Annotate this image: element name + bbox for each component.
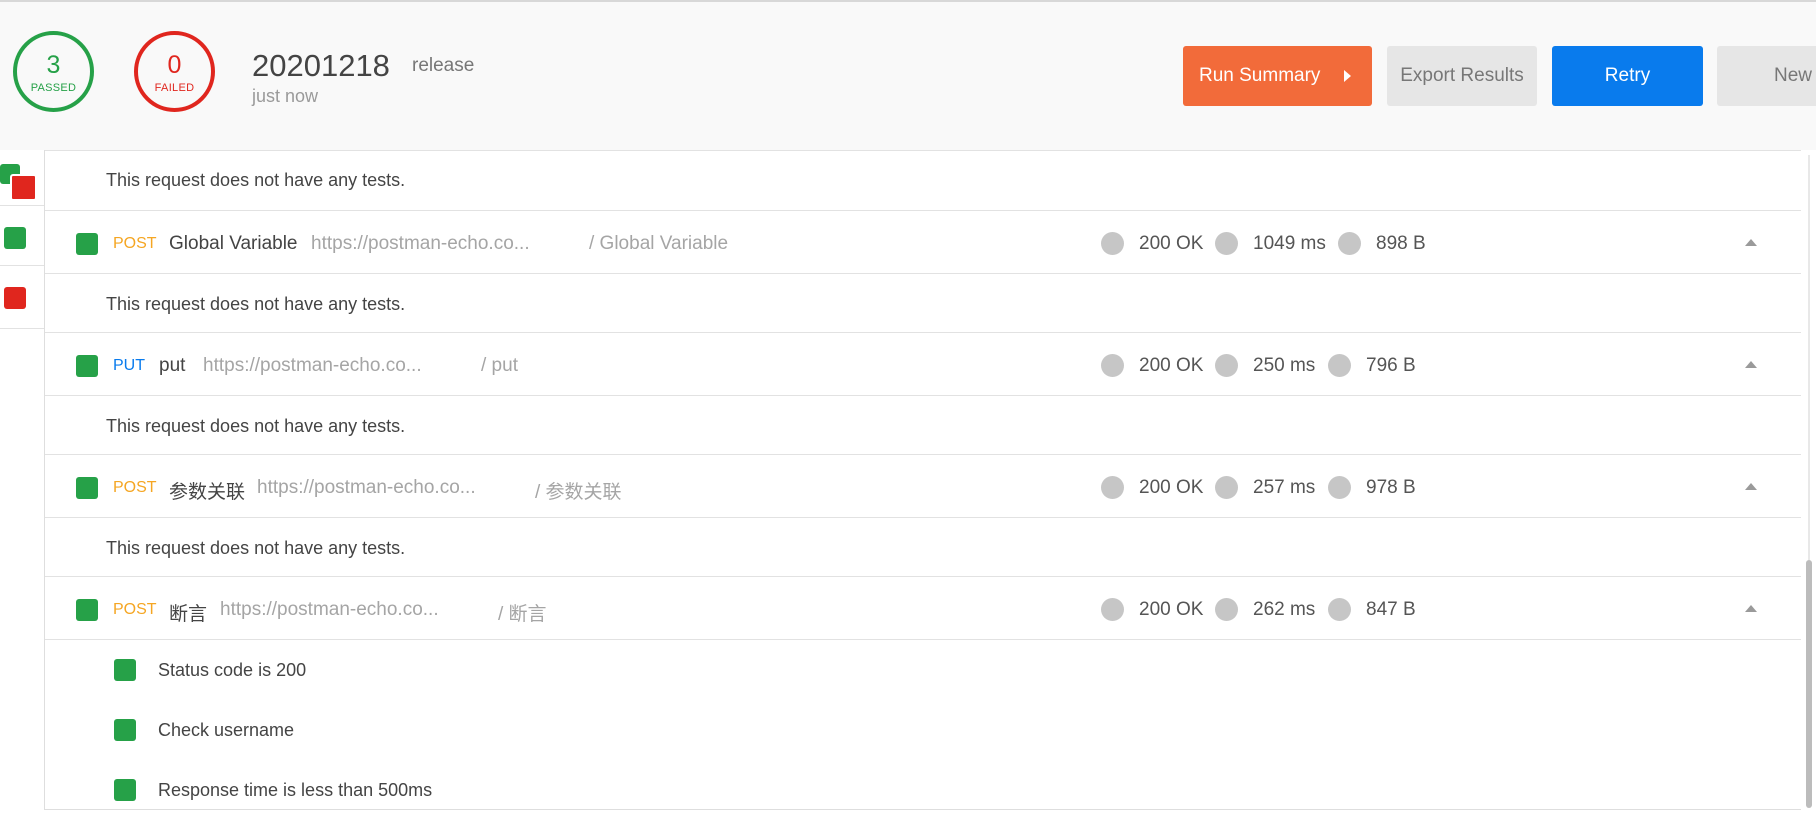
- time-dot-icon: [1215, 598, 1238, 621]
- request-path: / Global Variable: [589, 233, 729, 254]
- status-dot-icon: [1101, 476, 1124, 499]
- response-size: 796 B: [1366, 355, 1416, 376]
- request-row[interactable]: POST 参数关联 https://postman-echo.co... / 参…: [45, 455, 1801, 518]
- request-method: POST: [113, 479, 157, 496]
- run-summary-header: 3 PASSED 0 FAILED 20201218 release just …: [0, 2, 1816, 151]
- failed-label: FAILED: [154, 82, 195, 94]
- request-row[interactable]: PUT put https://postman-echo.co... / put…: [45, 333, 1801, 396]
- passed-count: 3: [46, 51, 61, 79]
- collapse-icon[interactable]: [1745, 483, 1757, 490]
- time-dot-icon: [1215, 354, 1238, 377]
- test-name: Check username: [158, 720, 295, 740]
- caret-right-icon: [1344, 70, 1351, 82]
- request-url: https://postman-echo.co...: [257, 477, 476, 498]
- request-name: 参数关联: [169, 482, 246, 503]
- run-timestamp: just now: [252, 86, 319, 106]
- environment-name: release: [412, 55, 475, 76]
- test-name: Response time is less than 500ms: [158, 780, 433, 800]
- response-status: 200 OK: [1139, 233, 1204, 254]
- request-row[interactable]: POST Global Variable https://postman-ech…: [45, 211, 1801, 274]
- pass-status-icon: [76, 233, 98, 255]
- status-dot-icon: [1101, 232, 1124, 255]
- request-path: / put: [481, 355, 518, 376]
- fail-marker-icon[interactable]: [4, 287, 26, 309]
- pass-status-icon: [114, 779, 136, 801]
- gutter-divider: [0, 328, 44, 329]
- request-method: POST: [113, 601, 157, 618]
- collapse-icon[interactable]: [1745, 605, 1757, 612]
- pass-status-icon: [76, 599, 98, 621]
- iteration-gutter: [0, 150, 45, 810]
- response-status: 200 OK: [1139, 355, 1204, 376]
- request-name: Global Variable: [169, 233, 298, 254]
- size-dot-icon: [1328, 598, 1351, 621]
- no-tests-row: This request does not have any tests.: [45, 518, 1801, 577]
- status-dot-icon: [1101, 354, 1124, 377]
- collapse-icon[interactable]: [1745, 361, 1757, 368]
- no-tests-row: This request does not have any tests.: [45, 396, 1801, 455]
- no-tests-row: This request does not have any tests.: [45, 274, 1801, 333]
- no-tests-message: This request does not have any tests.: [106, 416, 406, 436]
- no-tests-message: This request does not have any tests.: [106, 170, 406, 190]
- run-summary-button[interactable]: Run Summary: [1183, 46, 1372, 106]
- response-time: 257 ms: [1253, 477, 1316, 498]
- size-dot-icon: [1328, 354, 1351, 377]
- time-dot-icon: [1215, 232, 1238, 255]
- response-status: 200 OK: [1139, 599, 1204, 620]
- test-name: Status code is 200: [158, 660, 307, 680]
- size-dot-icon: [1338, 232, 1361, 255]
- response-size: 898 B: [1376, 233, 1426, 254]
- size-dot-icon: [1328, 476, 1351, 499]
- response-time: 1049 ms: [1253, 233, 1326, 254]
- response-size: 847 B: [1366, 599, 1416, 620]
- request-name: put: [159, 355, 186, 376]
- test-result-row: Check username: [45, 700, 1801, 760]
- request-path: / 断言: [498, 604, 547, 625]
- no-tests-row: This request does not have any tests.: [45, 150, 1801, 211]
- export-results-button[interactable]: Export Results: [1387, 46, 1537, 106]
- no-tests-message: This request does not have any tests.: [106, 538, 406, 558]
- collapse-icon[interactable]: [1745, 239, 1757, 246]
- no-tests-message: This request does not have any tests.: [106, 294, 406, 314]
- pass-status-icon: [114, 659, 136, 681]
- response-time: 262 ms: [1253, 599, 1316, 620]
- request-method: PUT: [113, 357, 145, 374]
- status-dot-icon: [1101, 598, 1124, 621]
- request-path: / 参数关联: [535, 482, 622, 503]
- pass-status-icon: [114, 719, 136, 741]
- retry-button[interactable]: Retry: [1552, 46, 1703, 106]
- failed-counter: 0 FAILED: [134, 31, 215, 112]
- list-bottom-border: [44, 809, 1801, 810]
- request-method: POST: [113, 235, 157, 252]
- pass-marker-icon[interactable]: [4, 227, 26, 249]
- request-url: https://postman-echo.co...: [203, 355, 422, 376]
- scrollbar-rail: [1808, 155, 1810, 560]
- failed-count: 0: [167, 51, 182, 79]
- run-name: 20201218: [252, 48, 390, 83]
- test-result-row: Status code is 200: [45, 640, 1801, 700]
- request-results-list: This request does not have any tests. PO…: [45, 150, 1801, 810]
- request-url: https://postman-echo.co...: [220, 599, 439, 620]
- pass-status-icon: [76, 477, 98, 499]
- request-name: 断言: [169, 604, 208, 625]
- gutter-divider: [0, 205, 44, 206]
- response-size: 978 B: [1366, 477, 1416, 498]
- request-row[interactable]: POST 断言 https://postman-echo.co... / 断言 …: [45, 577, 1801, 640]
- pass-status-icon: [76, 355, 98, 377]
- response-status: 200 OK: [1139, 477, 1204, 498]
- run-summary-label: Run Summary: [1199, 65, 1321, 86]
- gutter-divider: [0, 265, 44, 266]
- new-button[interactable]: New: [1717, 46, 1816, 106]
- passed-counter: 3 PASSED: [13, 31, 94, 112]
- time-dot-icon: [1215, 476, 1238, 499]
- request-url: https://postman-echo.co...: [311, 233, 530, 254]
- fail-marker-icon[interactable]: [10, 174, 37, 201]
- passed-label: PASSED: [30, 82, 77, 94]
- scrollbar-thumb[interactable]: [1806, 560, 1812, 808]
- response-time: 250 ms: [1253, 355, 1316, 376]
- test-result-row: Response time is less than 500ms: [45, 760, 1801, 810]
